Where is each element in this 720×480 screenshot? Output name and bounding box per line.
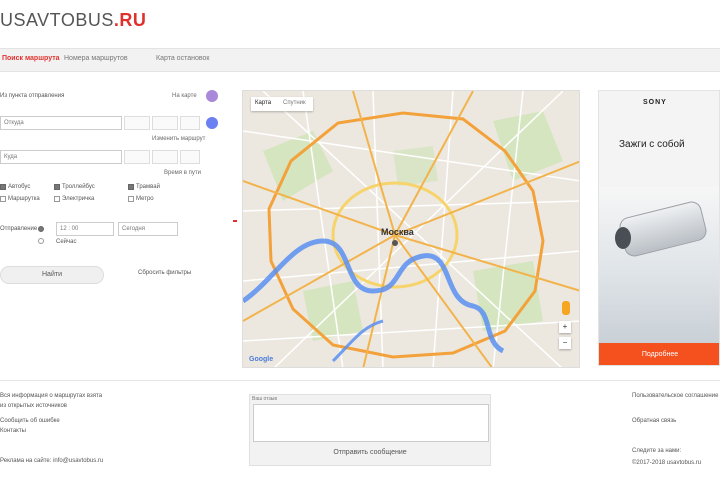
from-input[interactable]: Откуда: [0, 116, 122, 130]
map-city-label: Москва: [381, 227, 414, 237]
route-map[interactable]: Карта Спутник Москва + − Google: [242, 90, 580, 368]
tab-route-search[interactable]: Поиск маршрута: [2, 55, 60, 62]
zoom-out-button[interactable]: −: [559, 337, 571, 349]
time-date-select[interactable]: Сегодня: [118, 222, 178, 236]
logo-text: USAVTOBUS: [0, 10, 114, 30]
footer-feedback-link[interactable]: Обратная связь: [632, 418, 676, 424]
camera-lens-icon: [615, 227, 631, 249]
footer-source-text: из открытых источников: [0, 403, 67, 409]
time-now-radio[interactable]: [38, 238, 44, 244]
transport-label-bus: Автобус: [8, 184, 31, 190]
feedback-label: Ваш отзыв: [252, 396, 278, 402]
transport-checkbox-trolley[interactable]: [54, 184, 60, 190]
ad-slogan: Зажги с собой: [619, 139, 685, 150]
from-cell-3[interactable]: [180, 116, 200, 130]
time-label: Отправление: [0, 226, 38, 232]
clear-filters-link[interactable]: Сбросить фильтры: [138, 270, 191, 276]
transport-label-metro: Метро: [136, 196, 154, 202]
route-search-form: Из пункта отправления На карте Откуда Из…: [0, 86, 225, 376]
feedback-textarea[interactable]: [253, 404, 489, 442]
footer-follow-text: Следите за нами:: [632, 448, 682, 454]
to-input[interactable]: Куда: [0, 150, 122, 164]
from-cell-2[interactable]: [152, 116, 178, 130]
to-marker-icon: [206, 117, 218, 129]
site-logo[interactable]: USAVTOBUS.RU: [0, 10, 146, 34]
map-attribution: Google: [249, 356, 274, 363]
transport-label-tram: Трамвай: [136, 184, 160, 190]
footer-ads-text[interactable]: Реклама на сайте: info@usavtobus.ru: [0, 458, 103, 464]
transport-checkbox-train[interactable]: [54, 196, 60, 202]
from-cell-1[interactable]: [124, 116, 150, 130]
feedback-form: Ваш отзыв Отправить сообщение: [249, 394, 491, 466]
transport-checkbox-bus[interactable]: [0, 184, 6, 190]
ad-banner[interactable]: SONY Зажги с собой Подробнее: [598, 90, 720, 366]
tab-route-numbers[interactable]: Номера маршрутов: [64, 55, 128, 62]
footer-copyright: ©2017-2018 usavtobus.ru: [632, 460, 702, 466]
from-label: Из пункта отправления: [0, 93, 65, 99]
footer-divider: [0, 380, 720, 381]
to-cell-2[interactable]: [152, 150, 178, 164]
zoom-in-button[interactable]: +: [559, 321, 571, 333]
street-view-icon[interactable]: [562, 301, 570, 315]
main-nav: Поиск маршрута Номера маршрутов Карта ос…: [0, 48, 720, 72]
feedback-send-button[interactable]: Отправить сообщение: [250, 449, 490, 456]
travel-time-link[interactable]: Время в пути: [164, 170, 201, 176]
transport-label-minibus: Маршрутка: [8, 196, 40, 202]
pick-on-map-link[interactable]: На карте: [172, 93, 197, 99]
time-now-label: Сейчас: [56, 239, 77, 245]
transport-checkbox-tram[interactable]: [128, 184, 134, 190]
map-type-switch: Карта Спутник: [251, 97, 313, 111]
ad-cta-button[interactable]: Подробнее: [599, 343, 719, 365]
to-cell-3[interactable]: [180, 150, 200, 164]
logo-tld: .RU: [113, 10, 147, 30]
time-mode-radio[interactable]: [38, 226, 44, 232]
transport-label-train: Электричка: [62, 196, 95, 202]
change-route-link[interactable]: Изменить маршрут: [152, 136, 205, 142]
tab-stops-map[interactable]: Карта остановок: [156, 55, 209, 62]
from-marker-icon: [206, 90, 218, 102]
search-button[interactable]: Найти: [0, 266, 104, 284]
map-type-map-button[interactable]: Карта: [255, 100, 271, 106]
transport-checkbox-minibus[interactable]: [0, 196, 6, 202]
transport-checkbox-metro[interactable]: [128, 196, 134, 202]
footer-report-link[interactable]: Сообщить об ошибке: [0, 418, 60, 424]
map-type-satellite-button[interactable]: Спутник: [283, 100, 306, 106]
map-collapse-handle[interactable]: [233, 220, 237, 222]
time-hour-select[interactable]: 12 : 00: [56, 222, 114, 236]
ad-brand: SONY: [643, 99, 667, 106]
transport-label-trolley: Троллейбус: [62, 184, 95, 190]
footer-terms-link[interactable]: Пользовательское соглашение: [632, 393, 718, 399]
footer-about-text: Вся информация о маршрутах взята: [0, 393, 103, 399]
to-cell-1[interactable]: [124, 150, 150, 164]
footer-contacts-link[interactable]: Контакты: [0, 428, 26, 434]
